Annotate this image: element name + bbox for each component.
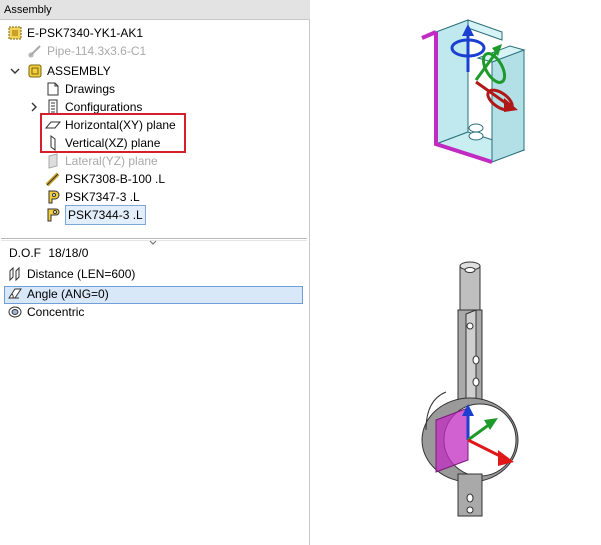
3d-viewport[interactable]	[311, 0, 601, 545]
constraint-concentric[interactable]: Concentric	[7, 303, 84, 321]
part-icon	[45, 171, 61, 187]
angle-constraint-icon	[7, 286, 23, 302]
drawing-icon	[45, 81, 61, 97]
pipe-icon	[27, 43, 43, 59]
dof-value: 18/18/0	[48, 246, 89, 260]
plane-icon	[45, 153, 61, 169]
tree-item-root[interactable]: E-PSK7340-YK1-AK1	[7, 24, 143, 42]
constraint-angle[interactable]: Angle (ANG=0)	[7, 285, 109, 303]
assembly-panel: Assembly E-PSK7340-YK1-AK1 Pipe-114.3x3.…	[0, 0, 310, 545]
tree-item-part-psk7344[interactable]: PSK7344-3 .L	[45, 205, 146, 225]
panel-title: Assembly	[0, 0, 310, 20]
tree-item-assembly[interactable]: ASSEMBLY	[27, 62, 111, 80]
dof-readout: D.O.F 18/18/0	[9, 245, 88, 261]
assembly-tree[interactable]: E-PSK7340-YK1-AK1 Pipe-114.3x3.6-C1 ASSE…	[1, 21, 307, 238]
tree-item-configurations[interactable]: Configurations	[45, 98, 142, 116]
tree-item-lateral-plane[interactable]: Lateral(YZ) plane	[45, 152, 158, 170]
part-icon	[45, 189, 61, 205]
tree-item-part-psk7308[interactable]: PSK7308-B-100 .L	[45, 170, 165, 188]
bracket-model[interactable]	[406, 10, 576, 170]
plane-icon	[45, 117, 61, 133]
constraint-list[interactable]: D.O.F 18/18/0 Distance (LEN=600) Angle (…	[1, 242, 307, 542]
dof-label: D.O.F	[9, 246, 41, 260]
assembly-icon	[27, 63, 43, 79]
pipe-clamp-model[interactable]	[406, 260, 556, 530]
expand-chevron-icon[interactable]	[29, 102, 39, 112]
selected-item-label: PSK7344-3 .L	[65, 205, 146, 225]
tree-item-part-psk7347[interactable]: PSK7347-3 .L	[45, 188, 140, 206]
tree-item-vertical-plane[interactable]: Vertical(XZ) plane	[45, 134, 160, 152]
tree-item-drawings[interactable]: Drawings	[45, 80, 115, 98]
configurations-icon	[45, 99, 61, 115]
tree-item-horizontal-plane[interactable]: Horizontal(XY) plane	[45, 116, 176, 134]
concentric-constraint-icon	[7, 304, 23, 320]
distance-constraint-icon	[7, 266, 23, 282]
collapse-chevron-icon[interactable]	[10, 66, 20, 76]
constraint-distance[interactable]: Distance (LEN=600)	[7, 265, 135, 283]
plane-icon	[45, 135, 61, 151]
tree-item-pipe[interactable]: Pipe-114.3x3.6-C1	[27, 42, 146, 60]
assembly-root-icon	[7, 25, 23, 41]
part-icon	[45, 207, 61, 223]
